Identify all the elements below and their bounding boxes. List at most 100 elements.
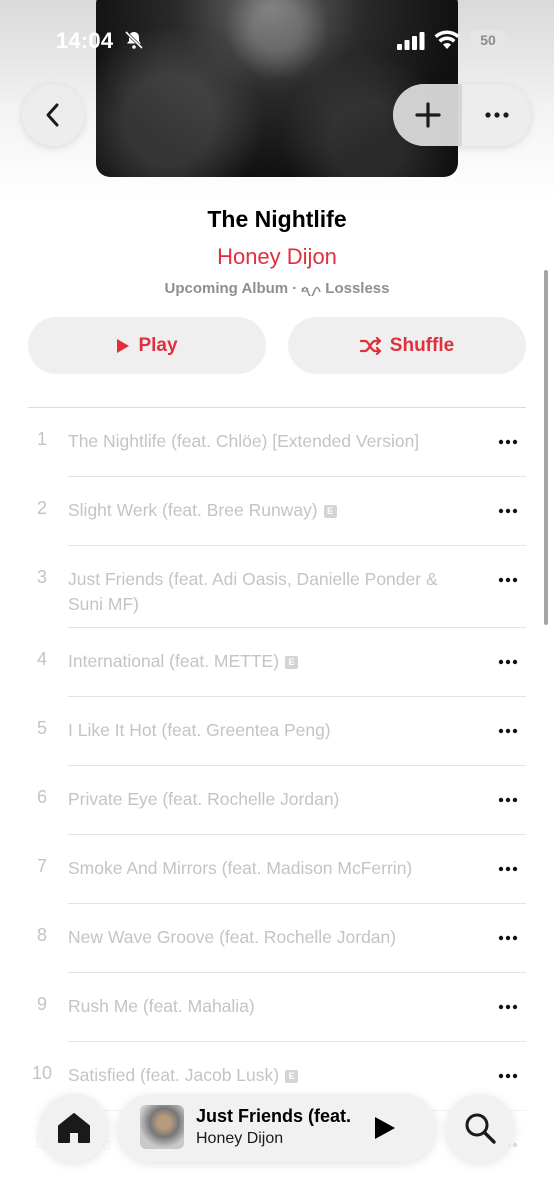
track-title: The Nightlife (feat. Chlöe) [Extended Ve… xyxy=(68,429,473,454)
track-row[interactable]: 7 Smoke And Mirrors (feat. Madison McFerr… xyxy=(0,852,554,921)
mini-player-artist: Honey Dijon xyxy=(196,1130,284,1147)
track-title-text: The Nightlife (feat. Chlöe) [Extended Ve… xyxy=(68,431,420,451)
track-row[interactable]: 4 International (feat. METTE) E xyxy=(0,645,554,714)
explicit-badge: E xyxy=(323,505,337,518)
track-title: Private Eye (feat. Rochelle Jordan) xyxy=(68,787,473,812)
album-meta: Upcoming Album · Lossless xyxy=(0,280,554,297)
ellipsis-icon xyxy=(498,1073,518,1079)
ellipsis-icon xyxy=(498,1004,518,1010)
mini-player-title: Just Friends (feat. xyxy=(196,1106,352,1126)
shuffle-button[interactable]: Shuffle xyxy=(288,317,526,374)
track-row[interactable]: 3 Just Friends (feat. Adi Oasis, Danielle… xyxy=(0,563,554,645)
bell-slash-icon xyxy=(124,30,144,50)
ellipsis-icon xyxy=(498,439,518,445)
track-more-button[interactable] xyxy=(496,501,520,521)
play-label: Play xyxy=(138,334,178,356)
track-more-button[interactable] xyxy=(496,432,520,452)
more-options-button[interactable] xyxy=(462,84,531,146)
shuffle-label: Shuffle xyxy=(389,334,455,356)
track-title: International (feat. METTE) E xyxy=(68,649,473,674)
add-to-library-button[interactable] xyxy=(393,84,462,146)
scrollbar[interactable] xyxy=(544,270,548,625)
track-number: 6 xyxy=(36,787,47,807)
mini-player-artwork xyxy=(140,1105,184,1149)
track-title: Rush Me (feat. Mahalia) xyxy=(68,994,473,1019)
play-button[interactable]: Play xyxy=(28,317,266,374)
track-title-text: Rush Me (feat. Mahalia) xyxy=(68,996,255,1016)
ellipsis-icon xyxy=(498,728,518,734)
album-title: The Nightlife xyxy=(207,206,347,232)
home-tab-button[interactable] xyxy=(40,1094,108,1162)
track-more-button[interactable] xyxy=(496,570,520,590)
ellipsis-icon xyxy=(498,935,518,941)
track-number: 9 xyxy=(36,994,47,1014)
track-divider xyxy=(68,834,526,835)
search-icon xyxy=(465,1113,496,1144)
signal-icon xyxy=(397,32,425,50)
track-row[interactable]: 1 The Nightlife (feat. Chlöe) [Extended V… xyxy=(0,425,554,494)
list-divider xyxy=(28,407,526,408)
track-number: 8 xyxy=(36,925,47,945)
track-row[interactable]: 9 Rush Me (feat. Mahalia) xyxy=(0,990,554,1059)
mini-player[interactable]: Just Friends (feat. Honey Dijon xyxy=(118,1094,436,1162)
track-more-button[interactable] xyxy=(496,790,520,810)
ellipsis-icon xyxy=(498,577,518,583)
wifi-icon xyxy=(434,30,460,49)
track-title: Smoke And Mirrors (feat. Madison McFerri… xyxy=(68,856,473,881)
track-divider xyxy=(68,903,526,904)
track-title: Slight Werk (feat. Bree Runway) E xyxy=(68,498,473,523)
track-divider xyxy=(68,696,526,697)
track-title-text: Smoke And Mirrors (feat. Madison McFerri… xyxy=(68,858,413,878)
artist-link[interactable]: Honey Dijon xyxy=(0,244,554,270)
track-more-button[interactable] xyxy=(496,928,520,948)
ellipsis-icon xyxy=(498,866,518,872)
lossless-icon xyxy=(301,286,322,296)
track-divider xyxy=(68,765,526,766)
search-tab-button[interactable] xyxy=(446,1094,514,1162)
track-divider xyxy=(68,476,526,477)
track-number: 1 xyxy=(36,429,47,449)
track-row[interactable]: 6 Private Eye (feat. Rochelle Jordan) xyxy=(0,783,554,852)
ellipsis-icon xyxy=(498,659,518,665)
track-row[interactable]: 8 New Wave Groove (feat. Rochelle Jordan) xyxy=(0,921,554,990)
track-title-text: New Wave Groove (feat. Rochelle Jordan) xyxy=(68,927,397,947)
status-bar: 14:04 50 xyxy=(0,0,554,84)
track-number: 7 xyxy=(36,856,47,876)
track-more-button[interactable] xyxy=(496,652,520,672)
track-title: New Wave Groove (feat. Rochelle Jordan) xyxy=(68,925,473,950)
album-meta-quality: Lossless xyxy=(325,280,390,297)
track-number: 4 xyxy=(36,649,47,669)
track-number: 5 xyxy=(36,718,47,738)
album-actions-pill xyxy=(393,84,531,146)
track-title-text: Private Eye (feat. Rochelle Jordan) xyxy=(68,789,340,809)
track-title-text: Just Friends (feat. Adi Oasis, Danielle … xyxy=(68,569,438,614)
ellipsis-icon xyxy=(498,508,518,514)
track-title-text: I Like It Hot (feat. Greentea Peng) xyxy=(68,720,331,740)
battery-indicator: 50 xyxy=(470,30,510,51)
track-title: I Like It Hot (feat. Greentea Peng) xyxy=(68,718,473,743)
track-divider xyxy=(68,545,526,546)
chevron-left-icon xyxy=(46,103,59,127)
track-row[interactable]: 2 Slight Werk (feat. Bree Runway) E xyxy=(0,494,554,563)
shuffle-icon xyxy=(359,336,381,355)
back-button[interactable] xyxy=(22,84,84,146)
track-more-button[interactable] xyxy=(496,721,520,741)
play-icon xyxy=(117,338,130,353)
track-title-text: Slight Werk (feat. Bree Runway) xyxy=(68,500,318,520)
track-title: Just Friends (feat. Adi Oasis, Danielle … xyxy=(68,567,473,617)
track-more-button[interactable] xyxy=(496,859,520,879)
explicit-badge: E xyxy=(285,656,299,669)
ellipsis-icon xyxy=(484,112,509,118)
track-title-text: International (feat. METTE) xyxy=(68,651,280,671)
album-meta-type: Upcoming Album · xyxy=(164,280,298,297)
track-number: 3 xyxy=(36,567,47,587)
ellipsis-icon xyxy=(498,797,518,803)
track-row[interactable]: 5 I Like It Hot (feat. Greentea Peng) xyxy=(0,714,554,783)
home-icon xyxy=(58,1113,90,1143)
mini-player-play-button[interactable] xyxy=(370,1114,398,1142)
track-number: 2 xyxy=(36,498,47,518)
track-more-button[interactable] xyxy=(496,997,520,1017)
plus-icon xyxy=(414,102,441,128)
status-time: 14:04 xyxy=(56,28,114,53)
track-divider xyxy=(68,972,526,973)
